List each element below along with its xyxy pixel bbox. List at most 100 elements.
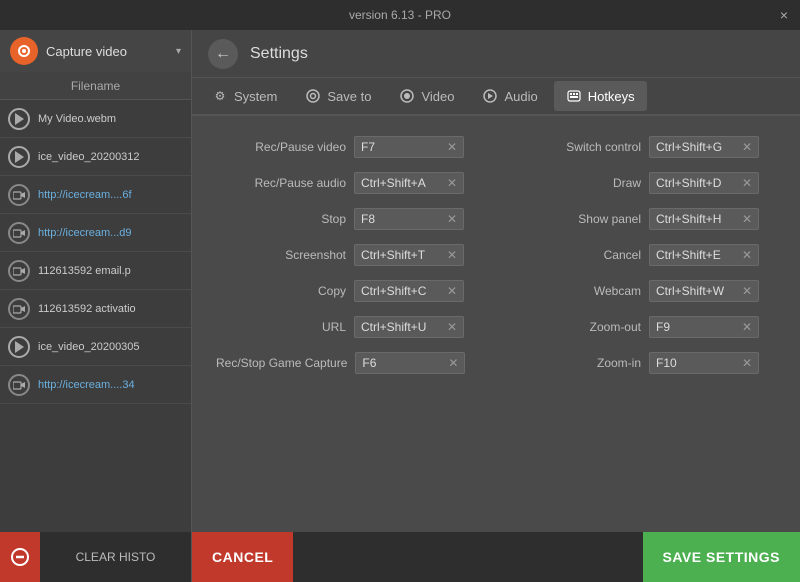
hotkeys-panel: Rec/Pause video F7 ✕ Rec/Pause audio Ctr…	[192, 116, 800, 394]
hotkey-label-copy: Copy	[216, 284, 346, 298]
hotkey-row-show-panel: Show panel Ctrl+Shift+H ✕	[511, 208, 776, 230]
hotkey-clear-show-panel[interactable]: ✕	[742, 212, 752, 226]
play-icon	[8, 146, 30, 168]
camera-icon	[8, 298, 30, 320]
tab-video[interactable]: Video	[387, 81, 466, 111]
hotkey-row-recpause-audio: Rec/Pause audio Ctrl+Shift+A ✕	[216, 172, 481, 194]
tabs-bar: ⚙ System Save to Video Audio	[192, 78, 800, 116]
hotkey-value-stop: F8	[361, 212, 375, 226]
hotkey-clear-draw[interactable]: ✕	[742, 176, 752, 190]
hotkey-clear-url[interactable]: ✕	[447, 320, 457, 334]
hotkey-value-url: Ctrl+Shift+U	[361, 320, 426, 334]
back-button[interactable]: ←	[208, 39, 238, 69]
hotkey-clear-copy[interactable]: ✕	[447, 284, 457, 298]
hotkey-row-draw: Draw Ctrl+Shift+D ✕	[511, 172, 776, 194]
hotkeys-right-column: Switch control Ctrl+Shift+G ✕ Draw Ctrl+…	[511, 136, 776, 374]
list-item[interactable]: My Video.webm	[0, 100, 191, 138]
file-link[interactable]: http://icecream....34	[38, 379, 135, 391]
list-item[interactable]: http://icecream....6f	[0, 176, 191, 214]
hotkey-value-switch-control: Ctrl+Shift+G	[656, 140, 722, 154]
clear-histo-label[interactable]: CLEAR HISTO	[40, 550, 191, 564]
tab-hotkeys[interactable]: Hotkeys	[554, 81, 647, 111]
filename-column-header: Filename	[0, 72, 191, 100]
file-name: My Video.webm	[38, 113, 116, 125]
hotkey-input-stop[interactable]: F8 ✕	[354, 208, 464, 230]
tab-video-label: Video	[421, 89, 454, 104]
camera-icon	[8, 184, 30, 206]
hotkey-row-recpause-video: Rec/Pause video F7 ✕	[216, 136, 481, 158]
file-name: ice_video_20200312	[38, 151, 140, 163]
hotkey-clear-screenshot[interactable]: ✕	[447, 248, 457, 262]
dropdown-arrow-icon[interactable]: ▾	[176, 46, 181, 57]
hotkey-input-copy[interactable]: Ctrl+Shift+C ✕	[354, 280, 464, 302]
hotkey-value-zoom-out: F9	[656, 320, 670, 334]
list-item[interactable]: ice_video_20200305	[0, 328, 191, 366]
hotkey-clear-recpause-audio[interactable]: ✕	[447, 176, 457, 190]
hotkey-input-switch-control[interactable]: Ctrl+Shift+G ✕	[649, 136, 759, 158]
hotkeys-icon	[566, 88, 582, 104]
camera-icon	[8, 374, 30, 396]
file-link[interactable]: http://icecream...d9	[38, 227, 132, 239]
hotkey-label-screenshot: Screenshot	[216, 248, 346, 262]
hotkey-label-draw: Draw	[511, 176, 641, 190]
hotkey-value-copy: Ctrl+Shift+C	[361, 284, 426, 298]
hotkey-clear-stop[interactable]: ✕	[447, 212, 457, 226]
list-item[interactable]: 112613592 activatio	[0, 290, 191, 328]
hotkey-clear-zoom-out[interactable]: ✕	[742, 320, 752, 334]
hotkey-label-cancel: Cancel	[511, 248, 641, 262]
capture-icon	[10, 37, 38, 65]
hotkey-clear-zoom-in[interactable]: ✕	[742, 356, 752, 370]
tab-saveto-label: Save to	[327, 89, 371, 104]
app-container: version 6.13 - PRO × Capture video ▾ Fil…	[0, 0, 800, 582]
hotkey-clear-recpause-video[interactable]: ✕	[447, 140, 457, 154]
saveto-icon	[305, 88, 321, 104]
hotkey-clear-rec-stop-game[interactable]: ✕	[448, 356, 458, 370]
tab-system-label: System	[234, 89, 277, 104]
list-item[interactable]: 112613592 email.p	[0, 252, 191, 290]
hotkey-input-draw[interactable]: Ctrl+Shift+D ✕	[649, 172, 759, 194]
hotkey-label-zoom-out: Zoom-out	[511, 320, 641, 334]
camera-icon	[8, 260, 30, 282]
hotkey-clear-switch-control[interactable]: ✕	[742, 140, 752, 154]
list-item[interactable]: ice_video_20200312	[0, 138, 191, 176]
file-name: ice_video_20200305	[38, 341, 140, 353]
hotkey-input-show-panel[interactable]: Ctrl+Shift+H ✕	[649, 208, 759, 230]
hotkey-input-screenshot[interactable]: Ctrl+Shift+T ✕	[354, 244, 464, 266]
tab-audio[interactable]: Audio	[470, 81, 549, 111]
hotkey-input-zoom-out[interactable]: F9 ✕	[649, 316, 759, 338]
hotkey-row-switch-control: Switch control Ctrl+Shift+G ✕	[511, 136, 776, 158]
hotkey-value-recpause-video: F7	[361, 140, 375, 154]
sidebar-header: Capture video ▾	[0, 30, 191, 72]
hotkey-label-stop: Stop	[216, 212, 346, 226]
hotkey-row-webcam: Webcam Ctrl+Shift+W ✕	[511, 280, 776, 302]
sidebar: Capture video ▾ Filename My Video.webm i…	[0, 30, 192, 532]
close-button[interactable]: ×	[776, 7, 792, 23]
top-bar: version 6.13 - PRO ×	[0, 0, 800, 30]
hotkey-input-zoom-in[interactable]: F10 ✕	[649, 352, 759, 374]
tab-saveto[interactable]: Save to	[293, 81, 383, 111]
tab-audio-label: Audio	[504, 89, 537, 104]
hotkey-input-recpause-audio[interactable]: Ctrl+Shift+A ✕	[354, 172, 464, 194]
clear-histo-wrap: CLEAR HISTO	[0, 532, 192, 582]
list-item[interactable]: http://icecream...d9	[0, 214, 191, 252]
hotkey-label-zoom-in: Zoom-in	[511, 356, 641, 370]
save-settings-button[interactable]: SAVE SETTINGS	[643, 532, 800, 582]
hotkey-input-recpause-video[interactable]: F7 ✕	[354, 136, 464, 158]
clear-histo-icon-button[interactable]	[0, 532, 40, 582]
hotkey-row-copy: Copy Ctrl+Shift+C ✕	[216, 280, 481, 302]
file-name: 112613592 activatio	[38, 303, 136, 315]
hotkey-clear-webcam[interactable]: ✕	[742, 284, 752, 298]
cancel-button[interactable]: CANCEL	[192, 532, 293, 582]
hotkey-input-cancel[interactable]: Ctrl+Shift+E ✕	[649, 244, 759, 266]
hotkey-input-url[interactable]: Ctrl+Shift+U ✕	[354, 316, 464, 338]
hotkey-value-recpause-audio: Ctrl+Shift+A	[361, 176, 426, 190]
hotkey-row-rec-stop-game: Rec/Stop Game Capture F6 ✕	[216, 352, 481, 374]
list-item[interactable]: http://icecream....34	[0, 366, 191, 404]
file-link[interactable]: http://icecream....6f	[38, 189, 132, 201]
hotkey-input-webcam[interactable]: Ctrl+Shift+W ✕	[649, 280, 759, 302]
tab-system[interactable]: ⚙ System	[200, 81, 289, 111]
settings-title: Settings	[250, 45, 308, 63]
camera-icon	[8, 222, 30, 244]
hotkey-clear-cancel[interactable]: ✕	[742, 248, 752, 262]
hotkey-input-rec-stop-game[interactable]: F6 ✕	[355, 352, 465, 374]
